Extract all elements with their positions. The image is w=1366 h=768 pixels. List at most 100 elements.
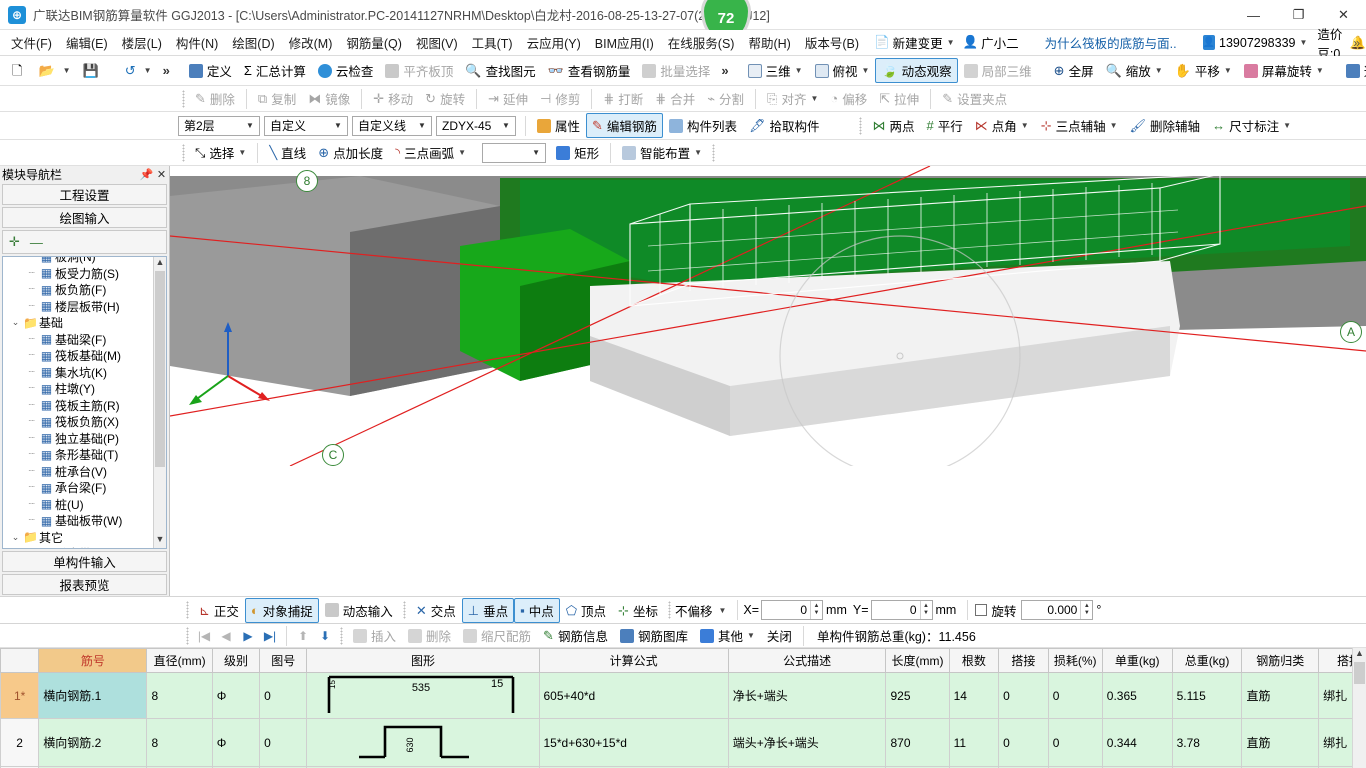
- two-point-axis-button[interactable]: ⋈ 两点: [866, 113, 920, 138]
- new-file-button[interactable]: 🗋: [6, 61, 32, 80]
- rotate-spinner[interactable]: ▲ ▼: [1080, 601, 1092, 619]
- extend-button[interactable]: ⇥ 延伸: [482, 86, 534, 111]
- menu-cloud-app[interactable]: 云应用(Y): [520, 30, 588, 55]
- split-button[interactable]: ⌁ 分割: [701, 86, 750, 111]
- three-point-axis-button[interactable]: ⊹ 三点辅轴 ▼: [1035, 113, 1124, 138]
- cell-grade[interactable]: Φ: [211, 672, 261, 719]
- snap-vertex[interactable]: ⬠ 顶点: [560, 598, 612, 623]
- cell-shape[interactable]: 535 15 15: [306, 672, 540, 719]
- dimension-button[interactable]: ↔ 尺寸标注 ▼: [1206, 113, 1297, 138]
- sidebar-button-draw-input[interactable]: 绘图输入: [2, 207, 167, 228]
- draw-options-select[interactable]: ▼: [482, 142, 547, 163]
- y-spinner[interactable]: ▲ ▼: [919, 601, 932, 619]
- account-phone[interactable]: 13907298339: [1219, 36, 1295, 50]
- trim-button[interactable]: ⊣ 修剪: [534, 86, 586, 111]
- menu-bim-app[interactable]: BIM应用(I): [588, 30, 661, 55]
- cloud-check-button[interactable]: 云检查: [312, 58, 380, 83]
- cell-totalw[interactable]: 3.78: [1171, 718, 1243, 767]
- insert-row-button[interactable]: 插入: [347, 623, 402, 648]
- sidebar-button-report-preview[interactable]: 报表预览: [2, 574, 167, 595]
- toolbar-grip-end[interactable]: [712, 143, 716, 162]
- cell-jh[interactable]: 横向钢筋.1: [38, 672, 148, 719]
- menu-view[interactable]: 视图(V): [409, 30, 465, 55]
- menu-edit[interactable]: 编辑(E): [59, 30, 115, 55]
- delete-row-button[interactable]: 删除: [402, 623, 457, 648]
- chevron-down-icon[interactable]: ▼: [1300, 38, 1308, 47]
- menu-help[interactable]: 帮助(H): [741, 30, 797, 55]
- column-header-shape[interactable]: 图形: [306, 648, 540, 673]
- column-header-dia[interactable]: 直径(mm): [146, 648, 213, 673]
- cell-class[interactable]: 直筋: [1241, 672, 1320, 719]
- snap-coordinate[interactable]: ⊹ 坐标: [612, 598, 664, 623]
- dynamic-observe-button[interactable]: 🍃 动态观察: [875, 58, 958, 83]
- component-select[interactable]: ZDYX-45 ▼: [436, 115, 516, 136]
- tree-item[interactable]: ┈ ▦ 基础板带(W): [3, 513, 153, 530]
- toolbar-overflow-left[interactable]: »: [158, 63, 175, 78]
- cell-tuhao[interactable]: 0: [259, 718, 308, 767]
- sidebar-button-single-component-input[interactable]: 单构件输入: [2, 551, 167, 572]
- menu-online-service[interactable]: 在线服务(S): [661, 30, 742, 55]
- scroll-thumb[interactable]: [1354, 662, 1365, 684]
- tree-item[interactable]: ┈ ▦ 集水坑(K): [3, 364, 153, 381]
- table-edit-grip[interactable]: [340, 626, 343, 645]
- component-type-select[interactable]: 自定义线 ▼: [352, 115, 432, 136]
- close-pane-button[interactable]: 关闭: [761, 623, 798, 648]
- cell-unitw[interactable]: 0.365: [1101, 672, 1173, 719]
- column-header-unitw[interactable]: 单重(kg): [1101, 648, 1173, 673]
- component-list-button[interactable]: 构件列表: [663, 113, 743, 138]
- rotate-checkbox[interactable]: [975, 604, 988, 616]
- column-header-desc[interactable]: 公式描述: [727, 648, 887, 673]
- sidebar-scrollbar[interactable]: ▲ ▼: [153, 257, 166, 548]
- delete-button[interactable]: ✎ 删除: [189, 86, 241, 111]
- nav-prev-button[interactable]: ◀: [215, 629, 237, 643]
- align-button[interactable]: ⎘ 对齐 ▼: [761, 86, 824, 111]
- rebar-info-button[interactable]: ✎ 钢筋信息: [537, 623, 614, 648]
- rebar-library-button[interactable]: 钢筋图库: [614, 623, 694, 648]
- offset-group-grip[interactable]: [667, 601, 671, 619]
- cell-loss[interactable]: 0: [1047, 672, 1103, 719]
- rotate-button[interactable]: ↻ 旋转: [419, 86, 471, 111]
- cell-length[interactable]: 870: [885, 718, 950, 767]
- select-tool-button[interactable]: ⤡ 选择 ▼: [189, 140, 252, 165]
- stretch-button[interactable]: ⇱ 拉伸: [873, 86, 925, 111]
- toolbar-grip-modify[interactable]: [182, 89, 185, 108]
- dynamic-input-toggle[interactable]: 动态输入: [319, 598, 399, 623]
- x-spinner[interactable]: ▲ ▼: [810, 601, 822, 619]
- view-3d-button[interactable]: 三维 ▼: [742, 58, 809, 83]
- tree-item[interactable]: ┈ ▦ 独立基础(P): [3, 430, 153, 447]
- cell-class[interactable]: 直筋: [1241, 718, 1320, 767]
- three-point-arc-button[interactable]: ◝ 三点画弧 ▼: [389, 140, 472, 165]
- chevron-down-icon[interactable]: ⌄: [9, 317, 22, 328]
- tree-item[interactable]: ┈ ▦ 楼层板带(H): [3, 298, 153, 315]
- tree-item[interactable]: ┈ ▦ 筏板基础(M): [3, 348, 153, 365]
- menu-tools[interactable]: 工具(T): [465, 30, 520, 55]
- toolbar-grip-draw[interactable]: [182, 143, 185, 162]
- tree-item[interactable]: ┈ ▦ 板负筋(F): [3, 282, 153, 299]
- tree-folder[interactable]: ⌄ 📁 基础: [3, 315, 153, 332]
- column-header-formula[interactable]: 计算公式: [538, 648, 729, 673]
- mirror-button[interactable]: ⧓ 镜像: [302, 86, 356, 111]
- edit-rebar-button[interactable]: ✎ 编辑钢筋: [586, 113, 663, 138]
- pin-icon[interactable]: 📌: [139, 168, 154, 181]
- tree-item[interactable]: ┈ ▦ 筏板负筋(X): [3, 414, 153, 431]
- tree-item[interactable]: ┈ ▦ 筏板主筋(R): [3, 397, 153, 414]
- snap-perpendicular[interactable]: ⊥ 垂点: [461, 597, 515, 623]
- cell-rownum[interactable]: 2: [0, 718, 40, 767]
- collapse-all-icon[interactable]: —: [30, 235, 43, 250]
- chevron-down-icon[interactable]: ⌄: [9, 532, 22, 543]
- view-rebar-qty-button[interactable]: 👓 查看钢筋量: [542, 58, 637, 83]
- tree-item[interactable]: ┈ ▦ 板洞(N): [3, 257, 153, 265]
- column-header-class[interactable]: 钢筋归类: [1241, 648, 1320, 673]
- delete-axis-button[interactable]: 🖌 删除辅轴: [1124, 113, 1207, 138]
- object-snap-toggle[interactable]: ◐ 对象捕捉: [244, 597, 319, 623]
- column-header-totalw[interactable]: 总重(kg): [1171, 648, 1243, 673]
- local-3d-button[interactable]: 局部三维: [958, 58, 1038, 83]
- table-row[interactable]: 1* 横向钢筋.1 8 Φ 0 535 15 15 605+40*d 净长+端头 925 14 0 0 0.…: [0, 672, 1366, 719]
- find-element-button[interactable]: 🔍 查找图元: [459, 58, 541, 83]
- offset-mode-label[interactable]: 不偏移: [675, 601, 713, 620]
- tree-item[interactable]: ┈ ▦ 柱墩(Y): [3, 381, 153, 398]
- column-header-rownum[interactable]: [0, 648, 40, 673]
- cell-totalw[interactable]: 5.115: [1171, 672, 1243, 719]
- cell-loss[interactable]: 0: [1047, 718, 1103, 767]
- column-header-loss[interactable]: 损耗(%): [1047, 648, 1103, 673]
